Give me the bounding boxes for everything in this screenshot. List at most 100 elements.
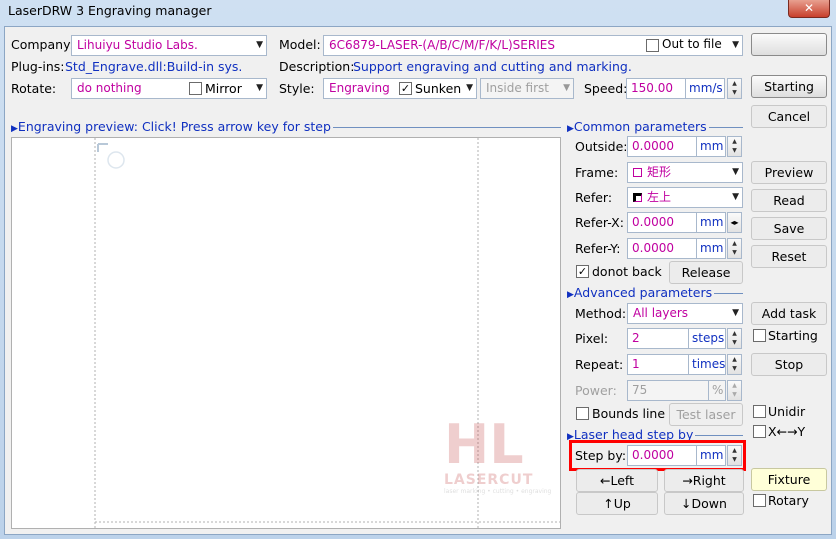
corner-top-left-icon <box>633 193 642 202</box>
chevron-down-icon: ▼ <box>732 308 739 318</box>
inside-first-value: Inside first <box>486 81 549 95</box>
reset-button[interactable]: Reset <box>751 245 827 268</box>
method-label: Method: <box>575 306 627 321</box>
outside-unit-text: mm <box>700 139 724 153</box>
method-select[interactable]: All layers ▼ <box>627 303 743 324</box>
preview-header-text: Engraving preview: Click! Press arrow ke… <box>17 119 331 134</box>
cancel-button[interactable]: Cancel <box>751 105 827 128</box>
chevron-down-icon: ▼ <box>563 83 570 93</box>
company-select[interactable]: Lihuiyu Studio Labs. ▼ <box>71 35 267 56</box>
unidir-label: Unidir <box>768 404 806 419</box>
model-value: 6C6879-LASER-(A/B/C/M/F/K/L)SERIES <box>329 38 555 52</box>
rotate-value: do nothing <box>77 81 142 95</box>
hl-lasercut-watermark: HL LASERCUT laser marking • cutting • en… <box>444 418 564 518</box>
chevron-down-icon: ▼ <box>256 40 263 50</box>
step-right-button[interactable]: →Right <box>664 469 744 492</box>
triangle-right-icon: ▶ <box>567 124 574 134</box>
company-label: Company: <box>11 37 74 52</box>
starting-checkbox-label: Starting <box>768 328 818 343</box>
preview-button[interactable]: Preview <box>751 161 827 184</box>
refer-x-input[interactable]: 0.0000 <box>627 212 697 233</box>
xy-swap-label: X←→Y <box>768 424 806 439</box>
power-input[interactable]: 75 <box>627 380 709 401</box>
xy-swap-checkbox[interactable] <box>753 425 766 438</box>
outside-spinner[interactable]: ▲ ▼ <box>727 136 742 157</box>
refer-select[interactable]: 左上 ▼ <box>627 187 743 208</box>
outside-input[interactable]: 0.0000 <box>627 136 697 157</box>
bounds-line-checkbox[interactable] <box>576 407 589 420</box>
refer-y-input[interactable]: 0.0000 <box>627 238 697 259</box>
refer-x-spinner-horizontal[interactable]: ◂▸ <box>727 212 742 233</box>
refer-y-unit: mm <box>696 238 726 259</box>
chevron-down-icon: ▼ <box>256 83 263 93</box>
title-bar[interactable]: LaserDRW 3 Engraving manager ✕ <box>0 0 836 24</box>
pixel-unit-text: steps <box>692 331 725 345</box>
watermark-logo-text: HL <box>444 413 524 476</box>
chevron-down-icon: ▼ <box>466 83 473 93</box>
advanced-header: ▶Advanced parameters <box>565 285 715 300</box>
dialog-body: Company: Lihuiyu Studio Labs. ▼ Model: 6C… <box>4 26 832 535</box>
step-by-highlight-box <box>569 440 746 471</box>
app-window: LaserDRW 3 Engraving manager ✕ Company: … <box>0 0 836 539</box>
donot-back-label: donot back <box>592 264 662 279</box>
style-value: Engraving <box>329 81 390 95</box>
inside-first-select[interactable]: Inside first ▼ <box>480 78 574 99</box>
starting-button[interactable]: Starting <box>751 75 827 98</box>
stop-button[interactable]: Stop <box>751 353 827 376</box>
speed-unit: mm/s <box>685 78 725 99</box>
speed-input[interactable]: 150.00 <box>626 78 686 99</box>
plugins-value: Std_Engrave.dll:Build-in sys. <box>65 59 243 74</box>
common-header: ▶Common parameters <box>565 119 709 134</box>
window-title: LaserDRW 3 Engraving manager <box>8 3 212 18</box>
step-left-button[interactable]: ←Left <box>576 469 658 492</box>
speed-spinner[interactable]: ▲ ▼ <box>727 78 742 99</box>
fixture-button[interactable]: Fixture <box>751 468 827 491</box>
description-label: Description: <box>279 59 355 74</box>
pixel-unit: steps <box>688 328 726 349</box>
out-to-file-checkbox[interactable] <box>646 39 659 52</box>
refer-x-label: Refer-X: <box>575 215 624 230</box>
bounds-line-label: Bounds line <box>592 406 666 421</box>
mirror-label: Mirror <box>205 81 242 96</box>
chevron-down-icon: ▼ <box>732 167 739 177</box>
engraving-preview-canvas[interactable]: HL LASERCUT laser marking • cutting • en… <box>11 137 561 529</box>
pixel-input[interactable]: 2 <box>627 328 689 349</box>
step-down-button[interactable]: ↓Down <box>664 492 744 515</box>
frame-select[interactable]: 矩形 ▼ <box>627 162 743 183</box>
unidir-checkbox[interactable] <box>753 405 766 418</box>
rectangle-icon <box>633 168 642 177</box>
save-button[interactable]: Save <box>751 217 827 240</box>
refer-label: Refer: <box>575 190 613 205</box>
frame-label: Frame: <box>575 165 619 180</box>
watermark-brand: LASERCUT <box>444 472 534 488</box>
repeat-label: Repeat: <box>575 357 624 372</box>
speed-unit-text: mm/s <box>689 81 723 95</box>
step-up-button[interactable]: ↑Up <box>576 492 658 515</box>
properties-button[interactable] <box>751 33 827 56</box>
plugins-label: Plug-ins: <box>11 59 65 74</box>
starting-checkbox[interactable] <box>753 329 766 342</box>
repeat-input[interactable]: 1 <box>627 354 689 375</box>
pixel-label: Pixel: <box>575 331 609 346</box>
power-spinner[interactable]: ▲ ▼ <box>727 380 742 401</box>
test-laser-button[interactable]: Test laser <box>669 403 743 426</box>
chevron-down-icon: ▼ <box>732 40 739 50</box>
rotary-checkbox[interactable] <box>753 494 766 507</box>
read-button[interactable]: Read <box>751 189 827 212</box>
power-unit-text: % <box>712 383 724 397</box>
add-task-button[interactable]: Add task <box>751 302 827 325</box>
triangle-right-icon: ▶ <box>567 290 574 300</box>
release-button[interactable]: Release <box>669 261 743 284</box>
common-header-text: Common parameters <box>573 119 707 134</box>
repeat-spinner[interactable]: ▲ ▼ <box>727 354 742 375</box>
speed-label: Speed: <box>584 81 628 96</box>
sunken-checkbox[interactable]: ✓ <box>399 82 412 95</box>
outside-unit: mm <box>696 136 726 157</box>
rotate-label: Rotate: <box>11 81 57 96</box>
close-button[interactable]: ✕ <box>788 0 830 18</box>
mirror-checkbox[interactable] <box>189 82 202 95</box>
pixel-spinner[interactable]: ▲ ▼ <box>727 328 742 349</box>
donot-back-checkbox[interactable]: ✓ <box>576 265 589 278</box>
refer-y-spinner[interactable]: ▲ ▼ <box>727 238 742 259</box>
out-to-file-label: Out to file <box>662 37 722 51</box>
